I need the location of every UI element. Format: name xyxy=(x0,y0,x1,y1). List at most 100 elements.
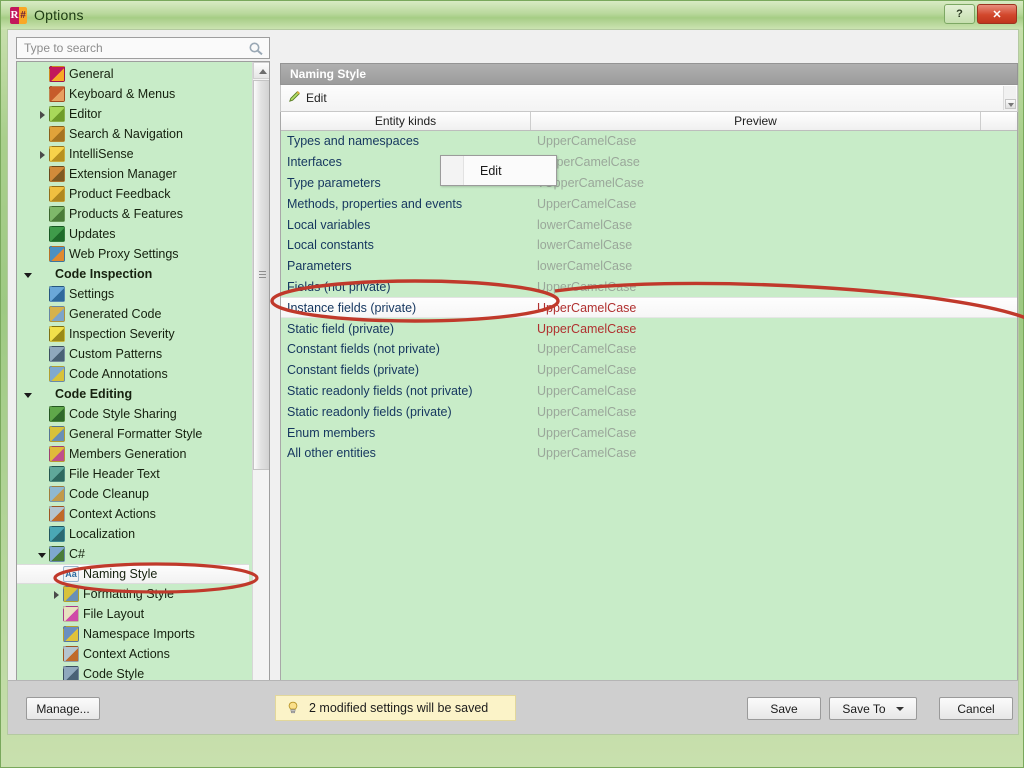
sidebar-item-file-header-text[interactable]: File Header Text xyxy=(17,464,252,484)
scroll-up-icon[interactable] xyxy=(253,62,269,79)
settings-tree[interactable]: General Keyboard & Menus Editor Search & Na… xyxy=(16,61,270,716)
sidebar-item-keyboard-menus[interactable]: Keyboard & Menus xyxy=(17,84,252,104)
table-row[interactable]: Static readonly fields (private) UpperCam… xyxy=(281,401,1017,422)
sidebar-item-general[interactable]: General xyxy=(17,64,252,84)
search-input[interactable]: Type to search xyxy=(17,41,103,55)
sidebar-item-formatting-style[interactable]: Formatting Style xyxy=(17,584,252,604)
cell-preview: UpperCamelCase xyxy=(537,404,637,419)
sidebar-item-updates[interactable]: Updates xyxy=(17,224,252,244)
broom-icon xyxy=(49,486,65,502)
search-icon[interactable] xyxy=(248,41,264,57)
sidebar-item-code-annotations[interactable]: Code Annotations xyxy=(17,364,252,384)
pencil-icon xyxy=(287,89,302,107)
edit-toolbar-label: Edit xyxy=(306,91,327,105)
sidebar-item-intellisense[interactable]: IntelliSense xyxy=(17,144,252,164)
table-row[interactable]: Static field (private) UpperCamelCase xyxy=(281,318,1017,339)
cell-entity-kind: Constant fields (not private) xyxy=(287,342,440,357)
table-row[interactable]: Interfaces IUpperCamelCase xyxy=(281,152,1017,173)
column-header-entity-kinds[interactable]: Entity kinds xyxy=(281,112,531,130)
table-row[interactable]: Static readonly fields (not private) Uppe… xyxy=(281,381,1017,402)
chevron-down-icon[interactable] xyxy=(23,269,34,280)
close-button[interactable]: ✕ xyxy=(977,4,1017,24)
column-header-extra[interactable] xyxy=(981,112,1015,130)
sidebar-item-product-feedback[interactable]: Product Feedback xyxy=(17,184,252,204)
sidebar-item-code-style-sharing[interactable]: Code Style Sharing xyxy=(17,404,252,424)
sidebar-item-code-editing[interactable]: Code Editing xyxy=(17,384,252,404)
naming-style-grid[interactable]: Entity kinds Preview Types and namespace… xyxy=(280,112,1018,689)
cell-entity-kind: Fields (not private) xyxy=(287,279,391,294)
toolbar-scrollbar[interactable] xyxy=(1003,86,1016,110)
sidebar-item-context-actions[interactable]: Context Actions xyxy=(17,504,252,524)
sidebar-item-extension-manager[interactable]: Extension Manager xyxy=(17,164,252,184)
sidebar-item-search-navigation[interactable]: Search & Navigation xyxy=(17,124,252,144)
sidebar-item-naming-style[interactable]: Aa Naming Style xyxy=(17,564,249,584)
sidebar-item-custom-patterns[interactable]: Custom Patterns xyxy=(17,344,252,364)
sidebar-item-code-cleanup[interactable]: Code Cleanup xyxy=(17,484,252,504)
sidebar-item-c#[interactable]: C# xyxy=(17,544,252,564)
sidebar-item-file-layout[interactable]: File Layout xyxy=(17,604,252,624)
namespace-icon xyxy=(63,626,79,642)
chevron-right-icon[interactable] xyxy=(37,149,48,160)
chevron-down-icon[interactable] xyxy=(23,389,34,400)
sidebar-item-context-actions[interactable]: Context Actions xyxy=(17,644,252,664)
sidebar-item-localization[interactable]: Localization xyxy=(17,524,252,544)
sidebar-item-general-formatter-style[interactable]: General Formatter Style xyxy=(17,424,252,444)
toolbar-scroll-down-icon[interactable] xyxy=(1005,99,1016,109)
cell-entity-kind: Static readonly fields (private) xyxy=(287,404,452,419)
sidebar-item-products-features[interactable]: Products & Features xyxy=(17,204,252,224)
table-row[interactable]: Methods, properties and events UpperCamel… xyxy=(281,193,1017,214)
sidebar-item-generated-code[interactable]: Generated Code xyxy=(17,304,252,324)
manage-button[interactable]: Manage... xyxy=(26,697,100,720)
sidebar-item-label: File Layout xyxy=(83,607,145,621)
sidebar-item-web-proxy-settings[interactable]: Web Proxy Settings xyxy=(17,244,252,264)
panel-title: Naming Style xyxy=(280,63,1018,85)
sidebar-scrollbar[interactable] xyxy=(252,62,269,715)
globe-icon xyxy=(49,246,65,262)
save-to-button[interactable]: Save To xyxy=(829,697,917,720)
context-menu[interactable]: Edit xyxy=(440,155,557,186)
table-row[interactable]: Type parameters TUpperCamelCase xyxy=(281,173,1017,194)
edit-toolbar-button[interactable]: Edit xyxy=(287,89,327,107)
chevron-down-icon[interactable] xyxy=(37,549,48,560)
sidebar-item-code-inspection[interactable]: Code Inspection xyxy=(17,264,252,284)
sidebar-item-label: Code Editing xyxy=(55,387,133,401)
save-button[interactable]: Save xyxy=(747,697,821,720)
sidebar-item-inspection-severity[interactable]: Inspection Severity xyxy=(17,324,252,344)
cell-preview: UpperCamelCase xyxy=(537,300,637,315)
help-button[interactable]: ? xyxy=(944,4,975,24)
file-header-icon xyxy=(49,466,65,482)
table-row[interactable]: Parameters lowerCamelCase xyxy=(281,256,1017,277)
table-row[interactable]: Enum members UpperCamelCase xyxy=(281,422,1017,443)
grid-icon xyxy=(49,206,65,222)
chevron-right-icon[interactable] xyxy=(51,589,62,600)
dialog-footer: Manage... 2 modified settings will be sa… xyxy=(8,680,1018,734)
sidebar-item-editor[interactable]: Editor xyxy=(17,104,252,124)
cancel-button[interactable]: Cancel xyxy=(939,697,1013,720)
table-row[interactable]: Local constants lowerCamelCase xyxy=(281,235,1017,256)
column-header-preview[interactable]: Preview xyxy=(531,112,981,130)
table-row[interactable]: Types and namespaces UpperCamelCase xyxy=(281,131,1017,152)
options-sidebar: Type to search General Keyboard & Menus Ed… xyxy=(16,37,276,740)
context-menu-item-edit[interactable]: Edit xyxy=(480,164,502,178)
scrollbar-thumb[interactable] xyxy=(253,80,269,470)
sidebar-item-settings[interactable]: Settings xyxy=(17,284,252,304)
table-row[interactable]: Constant fields (not private) UpperCamelC… xyxy=(281,339,1017,360)
sidebar-item-namespace-imports[interactable]: Namespace Imports xyxy=(17,624,252,644)
sidebar-item-label: General Formatter Style xyxy=(69,427,203,441)
cell-entity-kind: Static readonly fields (not private) xyxy=(287,383,473,398)
search-box[interactable]: Type to search xyxy=(16,37,270,59)
table-row[interactable]: Fields (not private) UpperCamelCase xyxy=(281,277,1017,298)
table-row[interactable]: Instance fields (private) UpperCamelCase xyxy=(281,297,1017,319)
table-row[interactable]: Constant fields (private) UpperCamelCase xyxy=(281,360,1017,381)
sidebar-item-members-generation[interactable]: Members Generation xyxy=(17,444,252,464)
table-row[interactable]: Local variables lowerCamelCase xyxy=(281,214,1017,235)
chevron-right-icon[interactable] xyxy=(37,109,48,120)
table-row[interactable]: All other entities UpperCamelCase xyxy=(281,443,1017,464)
cell-entity-kind: Parameters xyxy=(287,259,352,274)
